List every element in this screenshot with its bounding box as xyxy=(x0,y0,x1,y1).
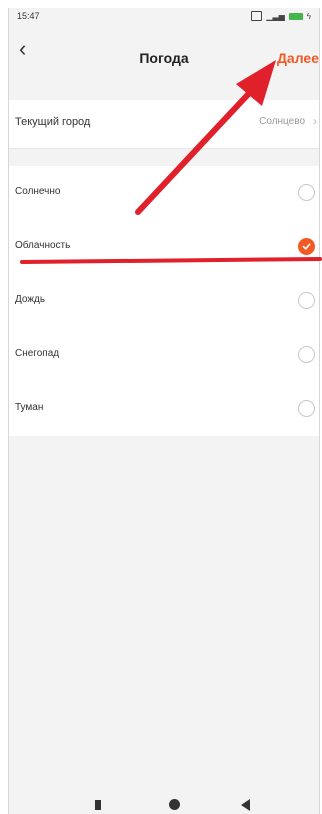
annotation-underline xyxy=(20,257,322,264)
annotation-overlay xyxy=(20,60,322,264)
annotation-arrow-shaft xyxy=(135,85,257,215)
